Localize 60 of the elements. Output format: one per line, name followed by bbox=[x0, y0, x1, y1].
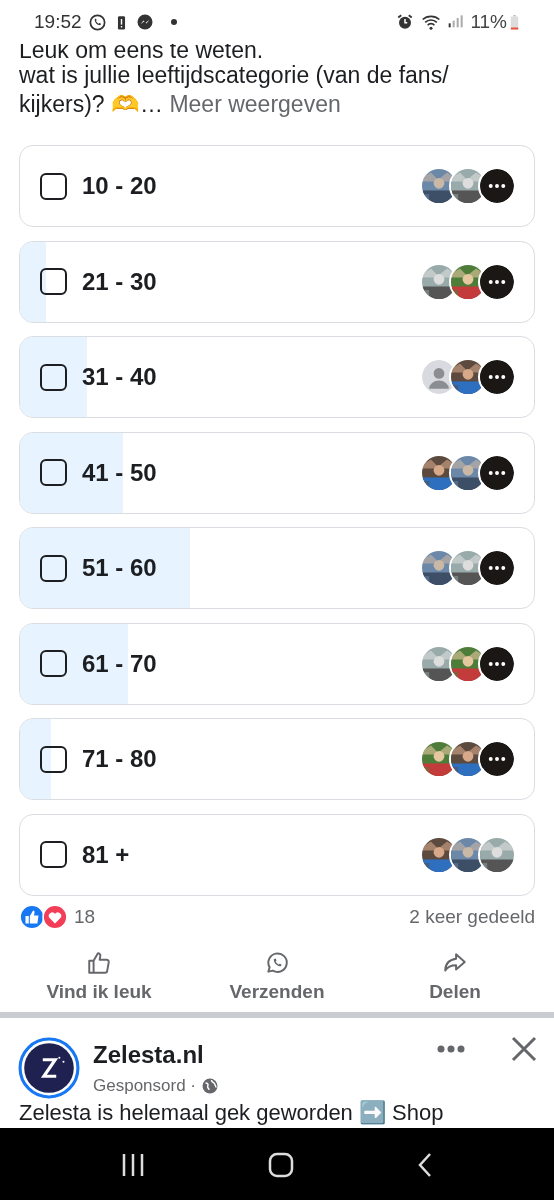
option-label: 71 - 80 bbox=[82, 744, 157, 774]
option-label: 51 - 60 bbox=[82, 553, 157, 583]
share-count[interactable]: 2 keer gedeeld bbox=[409, 903, 535, 932]
more-voters-icon[interactable] bbox=[478, 740, 516, 778]
option-label: 10 - 20 bbox=[82, 171, 157, 201]
checkbox[interactable] bbox=[40, 745, 67, 773]
option-label: 31 - 40 bbox=[82, 362, 157, 392]
action-button[interactable]: Vind ik leuk bbox=[24, 950, 174, 1007]
poll-option[interactable]: 31 - 40 bbox=[19, 336, 535, 418]
whatsapp-icon bbox=[264, 950, 290, 976]
checkbox[interactable] bbox=[40, 459, 67, 486]
ad-text: Zelesta is helemaal gek geworden ➡ Shop bbox=[19, 1100, 444, 1126]
post-text: wat is jullie leeftijdscategorie (van de fans/ kijkers)? 🫶… Meer weergeven bbox=[19, 61, 450, 119]
poll-option[interactable]: 71 - 80 bbox=[19, 718, 535, 800]
battery-percentage: 11% bbox=[470, 9, 507, 34]
more-voters-icon[interactable] bbox=[478, 453, 516, 492]
brand-logo[interactable] bbox=[18, 1037, 80, 1099]
signal-icon bbox=[448, 14, 465, 30]
option-label: 21 - 30 bbox=[82, 266, 157, 297]
poll-option[interactable]: 41 - 50 bbox=[19, 431, 535, 514]
sponsored-label: Gesponsord · bbox=[93, 1075, 196, 1097]
option-label: 81 + bbox=[82, 839, 130, 870]
poll-option[interactable]: 51 - 60 bbox=[19, 527, 535, 609]
thumbs-up-icon bbox=[86, 950, 112, 976]
checkbox[interactable] bbox=[40, 650, 67, 677]
more-voters-icon[interactable] bbox=[478, 549, 516, 587]
poll-option[interactable]: 21 - 30 bbox=[19, 240, 535, 323]
advertiser-name[interactable]: Zelesta.nl bbox=[93, 1037, 204, 1073]
more-voters-icon[interactable] bbox=[478, 644, 516, 683]
back-icon[interactable] bbox=[416, 1152, 433, 1178]
notification-dot-icon bbox=[169, 18, 178, 26]
like-reaction-icon bbox=[19, 904, 45, 931]
checkbox[interactable] bbox=[40, 554, 67, 582]
recent-apps-icon[interactable] bbox=[121, 1152, 146, 1178]
more-voters-icon[interactable] bbox=[478, 167, 516, 205]
messenger-icon bbox=[135, 13, 154, 31]
battery-icon bbox=[509, 12, 520, 32]
checkbox[interactable] bbox=[40, 268, 67, 295]
more-voters-icon[interactable] bbox=[478, 358, 516, 396]
checkbox[interactable] bbox=[40, 841, 67, 868]
option-label: 41 - 50 bbox=[82, 457, 157, 488]
whatsapp-icon bbox=[87, 12, 107, 32]
checkbox[interactable] bbox=[40, 363, 67, 391]
reaction-count[interactable]: 18 bbox=[74, 903, 96, 932]
home-icon[interactable] bbox=[268, 1152, 294, 1178]
love-reaction-icon bbox=[42, 904, 68, 931]
globe-icon bbox=[201, 1076, 219, 1095]
more-options-icon[interactable] bbox=[437, 1045, 465, 1053]
checkbox[interactable] bbox=[40, 172, 67, 200]
action-button[interactable]: Verzenden bbox=[202, 950, 352, 1007]
poll-option[interactable]: 81 + bbox=[19, 813, 535, 896]
alarm-icon bbox=[396, 13, 415, 31]
option-label: 61 - 70 bbox=[82, 648, 157, 679]
poll-option[interactable]: 61 - 70 bbox=[19, 622, 535, 705]
more-link[interactable]: Meer weergeven bbox=[169, 91, 341, 117]
clock-time: 19:52 bbox=[34, 9, 82, 34]
close-icon[interactable] bbox=[510, 1035, 538, 1063]
poll-option[interactable]: 10 - 20 bbox=[19, 145, 535, 227]
more-voters-icon[interactable] bbox=[478, 262, 516, 301]
action-button[interactable]: Delen bbox=[380, 950, 530, 1007]
